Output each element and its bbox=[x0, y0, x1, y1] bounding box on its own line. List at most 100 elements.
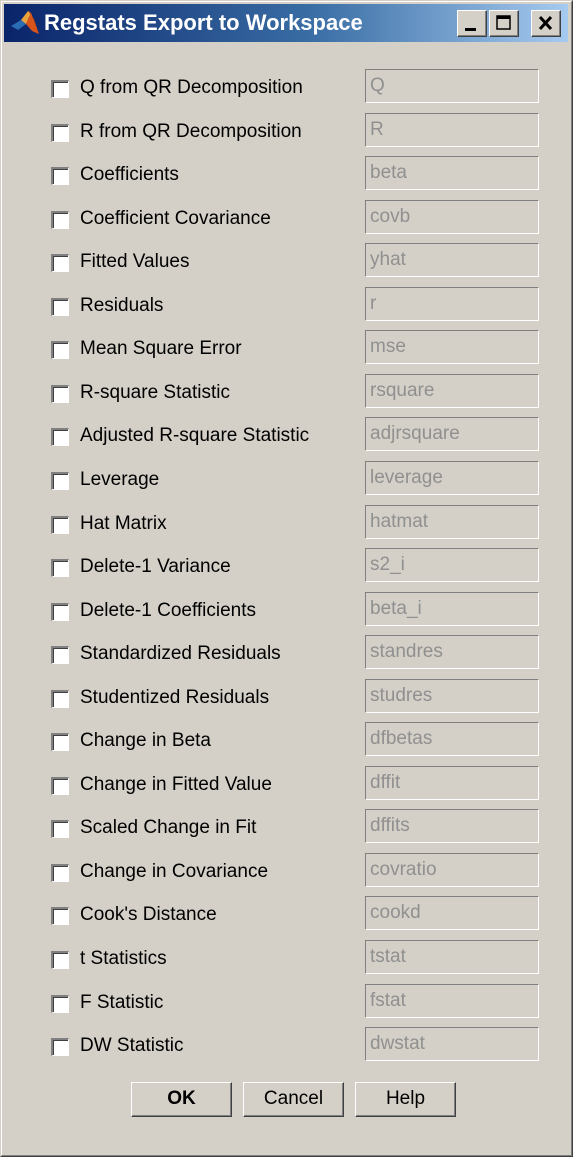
option-row: Q from QR Decomposition Q bbox=[1, 64, 573, 108]
variable-name-field[interactable]: fstat bbox=[365, 984, 539, 1018]
export-checkbox[interactable] bbox=[51, 254, 69, 272]
variable-name-field[interactable]: R bbox=[365, 113, 539, 147]
option-row: Studentized Residuals studres bbox=[1, 674, 573, 718]
variable-name-field[interactable]: studres bbox=[365, 679, 539, 713]
option-label: Fitted Values bbox=[80, 251, 190, 272]
option-label: R from QR Decomposition bbox=[80, 121, 302, 142]
close-button[interactable] bbox=[531, 10, 561, 37]
option-row: t Statistics tstat bbox=[1, 935, 573, 979]
option-label: R-square Statistic bbox=[80, 382, 230, 403]
variable-name-field[interactable]: dfbetas bbox=[365, 722, 539, 756]
option-row: Standardized Residuals standres bbox=[1, 630, 573, 674]
option-row: R-square Statistic rsquare bbox=[1, 369, 573, 413]
export-checkbox[interactable] bbox=[51, 211, 69, 229]
export-checkbox[interactable] bbox=[51, 559, 69, 577]
variable-name-field[interactable]: Q bbox=[365, 69, 539, 103]
export-checkbox[interactable] bbox=[51, 907, 69, 925]
variable-name-field[interactable]: adjrsquare bbox=[365, 417, 539, 451]
minimize-button[interactable] bbox=[457, 10, 487, 37]
option-row: Delete-1 Coefficients beta_i bbox=[1, 587, 573, 631]
option-row: Fitted Values yhat bbox=[1, 238, 573, 282]
export-checkbox[interactable] bbox=[51, 951, 69, 969]
option-label: Coefficient Covariance bbox=[80, 208, 271, 229]
option-row: Leverage leverage bbox=[1, 456, 573, 500]
option-label: Change in Fitted Value bbox=[80, 774, 272, 795]
option-row: Mean Square Error mse bbox=[1, 325, 573, 369]
variable-name-field[interactable]: covb bbox=[365, 200, 539, 234]
option-row: Change in Fitted Value dffit bbox=[1, 761, 573, 805]
export-checkbox[interactable] bbox=[51, 472, 69, 490]
variable-name-field[interactable]: dffit bbox=[365, 766, 539, 800]
option-label: Hat Matrix bbox=[80, 513, 167, 534]
option-label: Q from QR Decomposition bbox=[80, 77, 303, 98]
maximize-button[interactable] bbox=[489, 10, 519, 37]
export-checkbox[interactable] bbox=[51, 428, 69, 446]
option-row: Adjusted R-square Statistic adjrsquare bbox=[1, 412, 573, 456]
option-label: Adjusted R-square Statistic bbox=[80, 425, 310, 446]
option-label: Residuals bbox=[80, 295, 164, 316]
variable-name-field[interactable]: beta_i bbox=[365, 592, 539, 626]
option-row: R from QR Decomposition R bbox=[1, 108, 573, 152]
dialog-window: Regstats Export to Workspace Q from QR D… bbox=[0, 0, 573, 1157]
variable-name-field[interactable]: leverage bbox=[365, 461, 539, 495]
option-label: Change in Covariance bbox=[80, 861, 269, 882]
option-row: Scaled Change in Fit dffits bbox=[1, 804, 573, 848]
title-bar[interactable]: Regstats Export to Workspace bbox=[4, 4, 568, 42]
ok-button[interactable]: OK bbox=[131, 1082, 232, 1117]
matlab-logo-icon bbox=[10, 9, 40, 37]
option-label: Delete-1 Coefficients bbox=[80, 600, 257, 621]
option-row: F Statistic fstat bbox=[1, 979, 573, 1023]
export-checkbox[interactable] bbox=[51, 167, 69, 185]
option-label: t Statistics bbox=[80, 948, 167, 969]
variable-name-field[interactable]: yhat bbox=[365, 243, 539, 277]
export-checkbox[interactable] bbox=[51, 80, 69, 98]
option-label: Delete-1 Variance bbox=[80, 556, 231, 577]
option-row: Hat Matrix hatmat bbox=[1, 500, 573, 544]
option-row: Cook's Distance cookd bbox=[1, 891, 573, 935]
export-checkbox[interactable] bbox=[51, 1038, 69, 1056]
help-button[interactable]: Help bbox=[355, 1082, 456, 1117]
variable-name-field[interactable]: s2_i bbox=[365, 548, 539, 582]
option-row: Coefficient Covariance covb bbox=[1, 195, 573, 239]
option-label: DW Statistic bbox=[80, 1035, 184, 1056]
option-label: Scaled Change in Fit bbox=[80, 817, 257, 838]
option-label: Cook's Distance bbox=[80, 904, 217, 925]
option-row: Change in Covariance covratio bbox=[1, 848, 573, 892]
export-checkbox[interactable] bbox=[51, 124, 69, 142]
option-label: F Statistic bbox=[80, 992, 164, 1013]
variable-name-field[interactable]: dwstat bbox=[365, 1027, 539, 1061]
variable-name-field[interactable]: dffits bbox=[365, 809, 539, 843]
export-checkbox[interactable] bbox=[51, 603, 69, 621]
option-label: Change in Beta bbox=[80, 730, 211, 751]
variable-name-field[interactable]: rsquare bbox=[365, 374, 539, 408]
export-checkbox[interactable] bbox=[51, 777, 69, 795]
variable-name-field[interactable]: standres bbox=[365, 635, 539, 669]
export-checkbox[interactable] bbox=[51, 341, 69, 359]
export-checkbox[interactable] bbox=[51, 864, 69, 882]
variable-name-field[interactable]: mse bbox=[365, 330, 539, 364]
option-label: Mean Square Error bbox=[80, 338, 242, 359]
variable-name-field[interactable]: beta bbox=[365, 156, 539, 190]
option-row: DW Statistic dwstat bbox=[1, 1022, 573, 1066]
option-label: Coefficients bbox=[80, 164, 179, 185]
option-label: Studentized Residuals bbox=[80, 687, 270, 708]
export-checkbox[interactable] bbox=[51, 298, 69, 316]
export-checkbox[interactable] bbox=[51, 646, 69, 664]
variable-name-field[interactable]: tstat bbox=[365, 940, 539, 974]
cancel-button[interactable]: Cancel bbox=[243, 1082, 344, 1117]
export-checkbox[interactable] bbox=[51, 516, 69, 534]
variable-name-field[interactable]: covratio bbox=[365, 853, 539, 887]
variable-name-field[interactable]: hatmat bbox=[365, 505, 539, 539]
export-checkbox[interactable] bbox=[51, 385, 69, 403]
option-row: Delete-1 Variance s2_i bbox=[1, 543, 573, 587]
option-label: Standardized Residuals bbox=[80, 643, 281, 664]
window-title: Regstats Export to Workspace bbox=[44, 10, 363, 35]
variable-name-field[interactable]: cookd bbox=[365, 896, 539, 930]
option-label: Leverage bbox=[80, 469, 160, 490]
export-checkbox[interactable] bbox=[51, 733, 69, 751]
option-row: Coefficients beta bbox=[1, 151, 573, 195]
export-checkbox[interactable] bbox=[51, 995, 69, 1013]
export-checkbox[interactable] bbox=[51, 690, 69, 708]
variable-name-field[interactable]: r bbox=[365, 287, 539, 321]
export-checkbox[interactable] bbox=[51, 820, 69, 838]
